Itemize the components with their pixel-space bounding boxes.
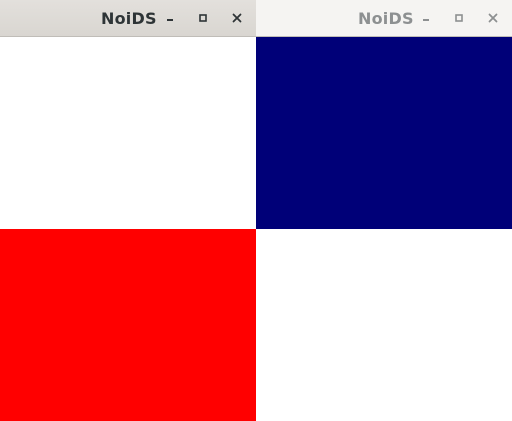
minimize-icon [423, 19, 429, 21]
maximize-button[interactable] [193, 8, 213, 28]
titlebar[interactable]: NoiDS [0, 0, 256, 37]
window-noids-left[interactable]: NoiDS [0, 0, 256, 421]
minimize-icon [167, 19, 173, 21]
close-button[interactable] [227, 8, 247, 28]
top-color-block [256, 37, 512, 229]
desktop: NoiDS NoiDS [0, 0, 512, 421]
maximize-icon [455, 14, 463, 22]
maximize-icon [199, 14, 207, 22]
window-content[interactable] [0, 37, 256, 421]
window-noids-right[interactable]: NoiDS [256, 0, 512, 421]
bottom-color-block [256, 229, 512, 421]
close-icon [488, 13, 498, 23]
minimize-button[interactable] [416, 8, 436, 28]
window-title: NoiDS [101, 9, 157, 28]
window-content[interactable] [256, 37, 512, 421]
close-icon [232, 13, 242, 23]
titlebar[interactable]: NoiDS [256, 0, 512, 37]
top-color-block [0, 37, 256, 229]
bottom-color-block [0, 229, 256, 421]
maximize-button[interactable] [449, 8, 469, 28]
close-button[interactable] [483, 8, 503, 28]
minimize-button[interactable] [160, 8, 180, 28]
window-title: NoiDS [358, 9, 414, 28]
